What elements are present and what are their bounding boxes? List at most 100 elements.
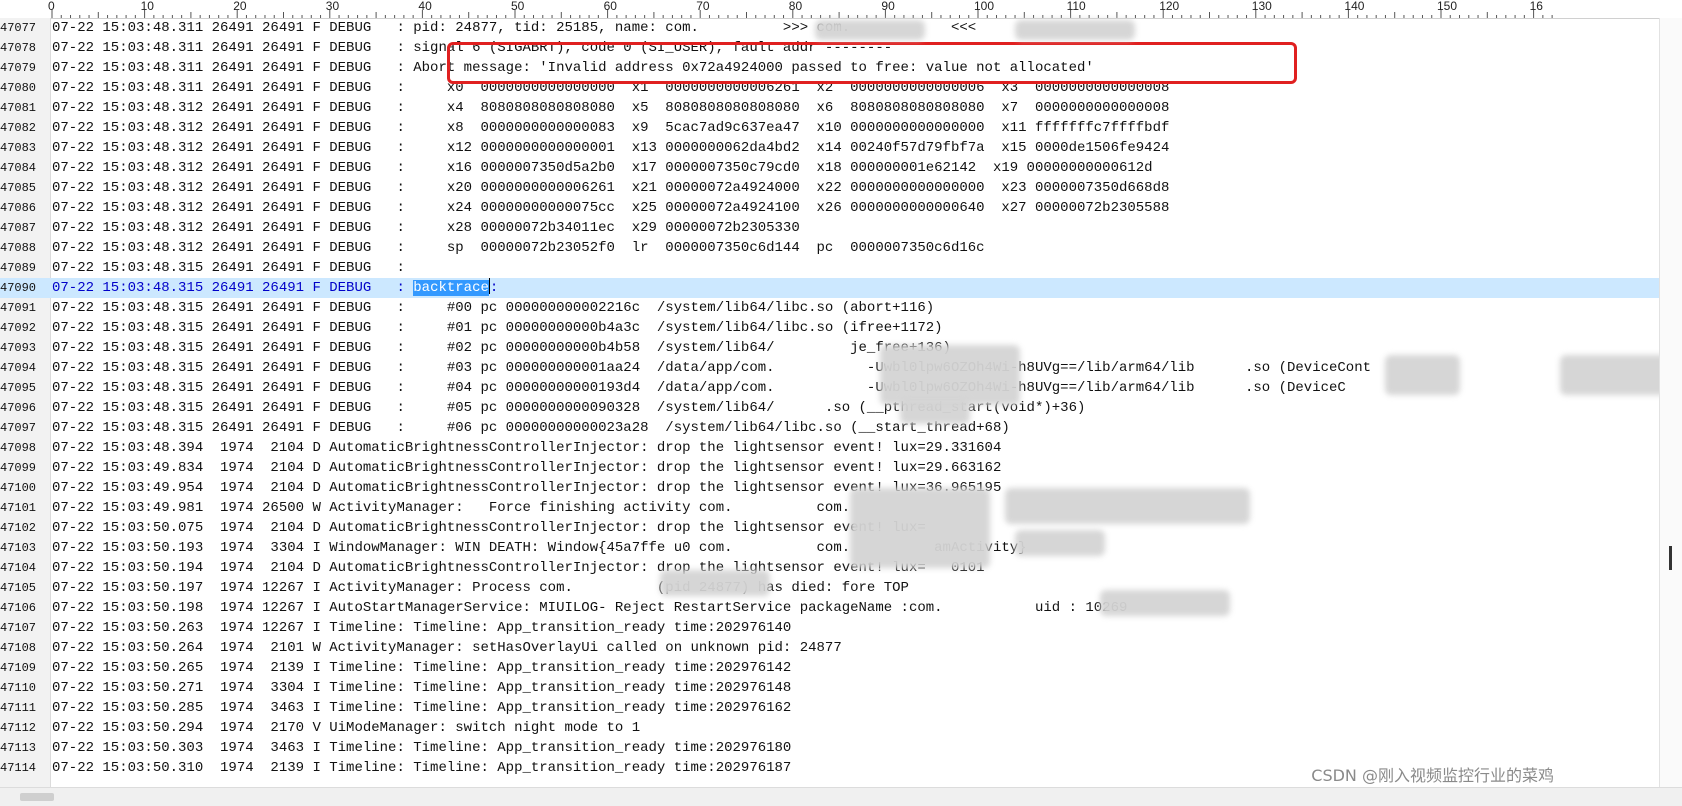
redaction-blur (660, 570, 770, 596)
log-text: 07-22 15:03:50.263 1974 12267 I Timeline… (52, 620, 792, 636)
log-text: 07-22 15:03:50.194 1974 2104 D Automatic… (52, 560, 985, 576)
line-number: 47106 (0, 601, 37, 615)
line-number: 47077 (0, 21, 37, 35)
log-text: 07-22 15:03:48.312 26491 26491 F DEBUG :… (52, 240, 985, 256)
log-line[interactable]: 47110 07-22 15:03:50.271 1974 3304 I Time… (0, 678, 1660, 698)
line-number: 47097 (0, 421, 37, 435)
line-number: 47092 (0, 321, 37, 335)
log-line[interactable]: 47112 07-22 15:03:50.294 1974 2170 V UiMo… (0, 718, 1660, 738)
log-text: 07-22 15:03:48.315 26491 26491 F DEBUG :… (52, 420, 1010, 436)
log-text: 07-22 15:03:48.315 26491 26491 F DEBUG :… (52, 340, 951, 356)
log-text: 07-22 15:03:48.312 26491 26491 F DEBUG :… (52, 100, 1170, 116)
line-number: 47105 (0, 581, 37, 595)
line-number: 47084 (0, 161, 37, 175)
log-line[interactable]: 47082 07-22 15:03:48.312 26491 26491 F DE… (0, 118, 1660, 138)
log-line[interactable]: 47098 07-22 15:03:48.394 1974 2104 D Auto… (0, 438, 1660, 458)
log-line[interactable]: 47104 07-22 15:03:50.194 1974 2104 D Auto… (0, 558, 1660, 578)
log-line[interactable]: 47105 07-22 15:03:50.197 1974 12267 I Act… (0, 578, 1660, 598)
log-text: 07-22 15:03:48.315 26491 26491 F DEBUG :… (52, 300, 935, 316)
log-line[interactable]: 47109 07-22 15:03:50.265 1974 2139 I Time… (0, 658, 1660, 678)
log-line[interactable]: 47107 07-22 15:03:50.263 1974 12267 I Tim… (0, 618, 1660, 638)
vertical-scroll-thumb[interactable] (1669, 546, 1672, 570)
line-number: 47107 (0, 621, 37, 635)
redaction-blur (880, 345, 1020, 405)
line-number: 47082 (0, 121, 37, 135)
redaction-blur (1015, 530, 1105, 556)
log-line[interactable]: 47103 07-22 15:03:50.193 1974 3304 I Wind… (0, 538, 1660, 558)
log-line[interactable]: 47100 07-22 15:03:49.954 1974 2104 D Auto… (0, 478, 1660, 498)
ruler-label: 10 (140, 0, 154, 13)
ruler-label: 30 (325, 0, 340, 13)
log-text: 07-22 15:03:48.315 26491 26491 F DEBUG :… (52, 360, 1372, 376)
log-line[interactable]: 47092 07-22 15:03:48.315 26491 26491 F DE… (0, 318, 1660, 338)
redaction-blur (900, 398, 970, 424)
log-line[interactable]: 47090 07-22 15:03:48.315 26491 26491 F DE… (0, 278, 1660, 298)
line-number: 47085 (0, 181, 37, 195)
line-number: 47111 (0, 701, 37, 715)
vertical-scrollbar[interactable] (1659, 18, 1682, 788)
redaction-blur (815, 20, 925, 40)
log-text: 07-22 15:03:48.312 26491 26491 F DEBUG :… (52, 120, 1170, 136)
ruler-label: 50 (511, 0, 525, 13)
line-number: 47110 (0, 681, 37, 695)
log-text: 07-22 15:03:48.315 26491 26491 F DEBUG :… (52, 278, 498, 298)
line-number: 47095 (0, 381, 37, 395)
line-number: 47114 (0, 761, 37, 775)
line-number: 47108 (0, 641, 37, 655)
log-text: 07-22 15:03:48.312 26491 26491 F DEBUG :… (52, 140, 1170, 156)
horizontal-scrollbar[interactable] (0, 787, 1682, 806)
ruler-label: 120 (1159, 0, 1180, 13)
horizontal-scroll-thumb[interactable] (20, 793, 54, 801)
abort-message-highlight (447, 42, 1297, 84)
selected-text[interactable]: backtrace (413, 280, 489, 296)
log-line[interactable]: 47088 07-22 15:03:48.312 26491 26491 F DE… (0, 238, 1660, 258)
log-line[interactable]: 47086 07-22 15:03:48.312 26491 26491 F DE… (0, 198, 1660, 218)
line-number: 47079 (0, 61, 37, 75)
line-number: 47087 (0, 221, 37, 235)
line-number: 47088 (0, 241, 37, 255)
log-editor[interactable]: 47077 07-22 15:03:48.311 26491 26491 F DE… (0, 18, 1660, 788)
line-number: 47083 (0, 141, 37, 155)
line-number: 47089 (0, 261, 37, 275)
ruler-label: 80 (788, 0, 803, 13)
log-text: 07-22 15:03:48.315 26491 26491 F DEBUG : (52, 260, 405, 276)
log-text: 07-22 15:03:48.315 26491 26491 F DEBUG :… (52, 380, 1346, 396)
log-line[interactable]: 47091 07-22 15:03:48.315 26491 26491 F DE… (0, 298, 1660, 318)
log-line[interactable]: 47097 07-22 15:03:48.315 26491 26491 F DE… (0, 418, 1660, 438)
ruler-label: 150 (1437, 0, 1458, 13)
log-line[interactable]: 47099 07-22 15:03:49.834 1974 2104 D Auto… (0, 458, 1660, 478)
log-line[interactable]: 47087 07-22 15:03:48.312 26491 26491 F DE… (0, 218, 1660, 238)
log-line[interactable]: 47085 07-22 15:03:48.312 26491 26491 F DE… (0, 178, 1660, 198)
ruler-label: 70 (696, 0, 710, 13)
ruler-label: 130 (1251, 0, 1272, 13)
ruler-label: 140 (1344, 0, 1365, 13)
redaction-blur (1005, 488, 1250, 524)
log-text: 07-22 15:03:48.312 26491 26491 F DEBUG :… (52, 180, 1170, 196)
log-text: 07-22 15:03:50.303 1974 3463 I Timeline:… (52, 740, 792, 756)
log-line[interactable]: 47106 07-22 15:03:50.198 1974 12267 I Aut… (0, 598, 1660, 618)
log-line[interactable]: 47111 07-22 15:03:50.285 1974 3463 I Time… (0, 698, 1660, 718)
log-text: 07-22 15:03:50.198 1974 12267 I AutoStar… (52, 600, 1128, 616)
log-text: 07-22 15:03:48.312 26491 26491 F DEBUG :… (52, 160, 1153, 176)
line-number: 47091 (0, 301, 37, 315)
log-line[interactable]: 47081 07-22 15:03:48.312 26491 26491 F DE… (0, 98, 1660, 118)
redaction-blur (1015, 20, 1135, 40)
log-text: 07-22 15:03:48.312 26491 26491 F DEBUG :… (52, 200, 1170, 216)
log-line[interactable]: 47089 07-22 15:03:48.315 26491 26491 F DE… (0, 258, 1660, 278)
log-line[interactable]: 47083 07-22 15:03:48.312 26491 26491 F DE… (0, 138, 1660, 158)
log-text-suffix: : (489, 280, 499, 296)
log-line[interactable]: 47084 07-22 15:03:48.312 26491 26491 F DE… (0, 158, 1660, 178)
log-text: 07-22 15:03:50.310 1974 2139 I Timeline:… (52, 760, 792, 776)
log-text: 07-22 15:03:50.264 1974 2101 W ActivityM… (52, 640, 842, 656)
log-line[interactable]: 47102 07-22 15:03:50.075 1974 2104 D Auto… (0, 518, 1660, 538)
log-line[interactable]: 47108 07-22 15:03:50.264 1974 2101 W Acti… (0, 638, 1660, 658)
log-text: 07-22 15:03:50.294 1974 2170 V UiModeMan… (52, 720, 641, 736)
line-number: 47109 (0, 661, 37, 675)
log-line[interactable]: 47113 07-22 15:03:50.303 1974 3463 I Time… (0, 738, 1660, 758)
log-text: 07-22 15:03:50.265 1974 2139 I Timeline:… (52, 660, 792, 676)
line-number: 47101 (0, 501, 37, 515)
log-line[interactable]: 47101 07-22 15:03:49.981 1974 26500 W Act… (0, 498, 1660, 518)
line-number: 47104 (0, 561, 37, 575)
log-text: 07-22 15:03:49.834 1974 2104 D Automatic… (52, 460, 1002, 476)
log-line[interactable]: 47096 07-22 15:03:48.315 26491 26491 F DE… (0, 398, 1660, 418)
